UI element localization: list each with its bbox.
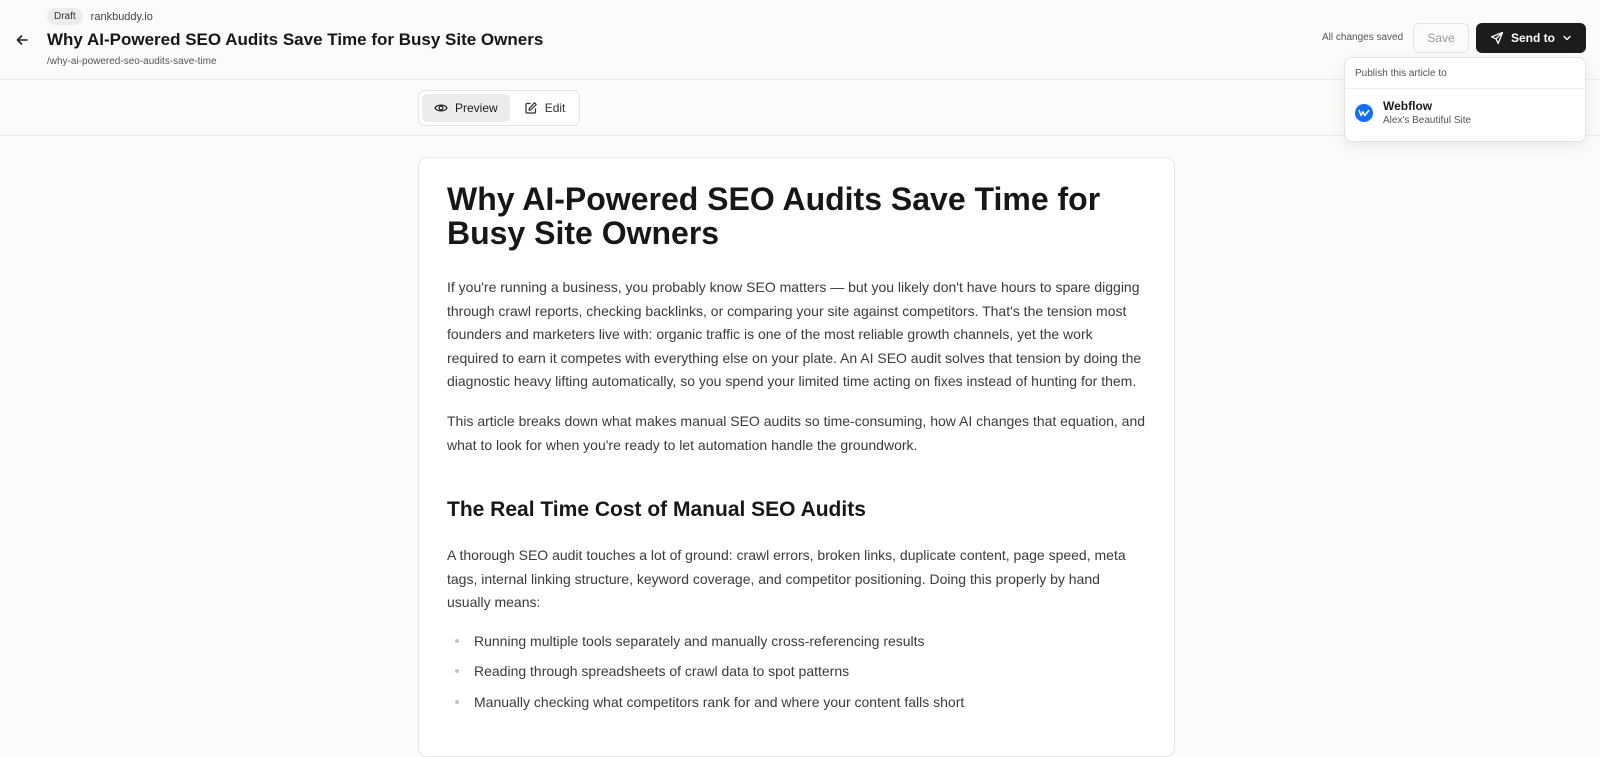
save-button[interactable]: Save [1413,23,1469,53]
preview-label: Preview [455,101,498,115]
send-to-button[interactable]: Send to [1476,23,1586,53]
article-paragraph: This article breaks down what makes manu… [447,412,1146,453]
status-badge: Draft [47,8,83,25]
send-icon [1490,31,1504,45]
site-domain: rankbuddy.io [90,10,153,23]
view-toggle: Preview Edit [418,90,580,126]
tab-edit[interactable]: Edit [512,94,578,122]
article-preview: Why AI-Powered SEO Audits Save Time for … [418,157,1175,757]
publish-option-name: Webflow [1383,99,1433,113]
article-slug: /why-ai-powered-seo-audits-save-time [47,56,217,67]
arrow-left-icon [16,35,28,45]
edit-icon [525,102,537,114]
list-item: Running multiple tools separately and ma… [447,631,1146,662]
list-item: Reading through spreadsheets of crawl da… [447,661,1146,692]
page-title: Why AI-Powered SEO Audits Save Time for … [47,30,544,49]
article-meta: Draft rankbuddy.io [47,8,153,25]
back-button[interactable] [10,28,34,52]
eye-icon [434,104,448,112]
article-paragraph: A thorough SEO audit touches a lot of gr… [447,547,1126,611]
send-to-label: Send to [1511,31,1555,45]
bullet-list: Running multiple tools separately and ma… [447,631,1146,723]
publish-menu: Publish this article to Webflow Alex's B… [1344,57,1586,142]
save-status: All changes saved [1322,32,1404,43]
tab-preview[interactable]: Preview [422,94,510,122]
edit-label: Edit [544,101,566,115]
chevron-down-icon [1563,35,1571,41]
list-item: Manually checking what competitors rank … [447,692,1146,723]
publish-menu-header: Publish this article to [1345,58,1585,89]
section-heading: The Real Time Cost of Manual SEO Audits [447,498,866,522]
publish-option-site: Alex's Beautiful Site [1383,115,1472,126]
article-paragraph: If you're running a business, you probab… [447,279,1142,390]
webflow-icon [1355,104,1373,122]
article-title: Why AI-Powered SEO Audits Save Time for … [447,181,1101,251]
publish-option-webflow[interactable]: Webflow Alex's Beautiful Site [1345,89,1585,137]
